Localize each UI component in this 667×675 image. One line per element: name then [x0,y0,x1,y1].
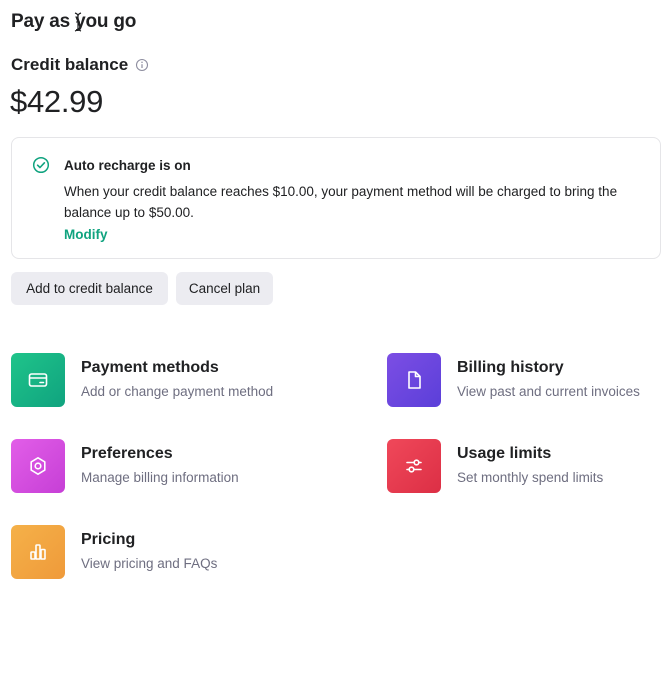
text-cursor-icon [74,12,82,32]
cancel-plan-button[interactable]: Cancel plan [176,272,273,305]
tile-title: Payment methods [81,359,219,376]
billing-history-icon-box [387,353,441,407]
add-to-credit-balance-button[interactable]: Add to credit balance [11,272,168,305]
tile-subtitle: Set monthly spend limits [457,470,604,485]
tile-preferences[interactable]: Preferences Manage billing information [11,439,239,493]
credit-balance-title: Credit balance [11,55,129,74]
tile-billing-history[interactable]: Billing history View past and current in… [387,353,640,407]
tile-subtitle: Add or change payment method [81,384,274,399]
credit-balance-header: Credit balance [11,55,149,75]
payment-methods-icon-box [11,353,65,407]
tile-payment-methods[interactable]: Payment methods Add or change payment me… [11,353,273,407]
info-icon[interactable] [135,58,149,72]
tile-subtitle: View pricing and FAQs [81,556,218,571]
auto-recharge-description: When your credit balance reaches $10.00,… [64,184,618,220]
pricing-icon-box [11,525,65,579]
sliders-icon [406,459,422,473]
document-icon [408,371,421,389]
check-circle-icon [32,156,50,174]
tile-subtitle: View past and current invoices [457,384,640,399]
tile-pricing[interactable]: Pricing View pricing and FAQs [11,525,217,579]
tile-title: Billing history [457,359,564,376]
billing-page: Pay as you go Credit balance $42.99 Auto… [0,0,667,675]
credit-balance-amount: $42.99 [10,84,104,119]
auto-recharge-title: Auto recharge is on [64,158,191,173]
tile-usage-limits[interactable]: Usage limits Set monthly spend limits [387,439,603,493]
usage-limits-icon-box [387,439,441,493]
preferences-icon-box [11,439,65,493]
tile-title: Usage limits [457,445,552,462]
tile-subtitle: Manage billing information [81,470,239,485]
bar-chart-icon [30,544,46,560]
tile-title: Pricing [81,531,136,548]
gear-icon [30,457,46,475]
modify-link[interactable]: Modify [64,227,108,242]
tile-title: Preferences [81,445,173,462]
auto-recharge-card: Auto recharge is on When your credit bal… [11,137,661,259]
credit-card-icon [28,373,48,387]
